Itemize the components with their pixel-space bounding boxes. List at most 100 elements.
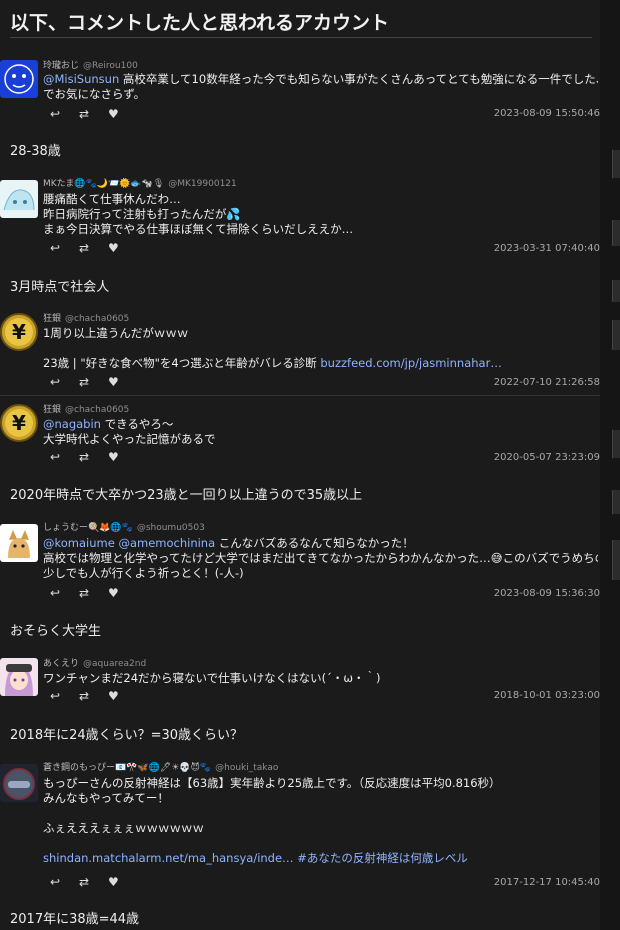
display-name[interactable]: 狂銀 <box>43 405 61 415</box>
heart-icon[interactable]: ♥ <box>108 586 137 600</box>
user-handle[interactable]: @chacha0605 <box>65 314 129 324</box>
display-name[interactable]: 玲瓏おじ <box>43 61 79 71</box>
side-thumb[interactable] <box>612 540 620 580</box>
tweet-card[interactable]: ¥ 狂銀 @chacha0605 1周り以上違うんだがｗｗｗ 23歳 | "好きな… <box>0 311 600 393</box>
text-line <box>43 806 598 821</box>
retweet-icon[interactable]: ⇄ <box>79 107 108 121</box>
reply-icon[interactable]: ↩ <box>50 241 79 255</box>
tweet-actions: ↩ ⇄ ♥ <box>50 241 137 255</box>
text-line: 高校では物理と化学やってたけど大学ではまだ出てきてなかったからわかんなかった…😅… <box>43 551 598 565</box>
text-line: もっぴーさんの反射神経は【63歳】実年齢より25歳上です。（反応速度は平均0.8… <box>43 776 501 790</box>
text-line: ワンチャンまだ24だから寝ないで仕事いけなくはない(´・ω・｀) <box>43 671 381 685</box>
text-line: 1周り以上違うんだがｗｗｗ <box>43 326 189 340</box>
mention-link[interactable]: @komaiume @amemochinina <box>43 536 219 550</box>
text-line: まぁ今日決算でやる仕事ほぼ無くて掃除くらいだしええか… <box>43 222 354 236</box>
reply-icon[interactable]: ↩ <box>50 875 79 889</box>
side-thumb[interactable] <box>612 150 620 178</box>
user-handle[interactable]: @shoumu0503 <box>137 523 205 533</box>
avatar[interactable] <box>0 180 38 218</box>
reply-icon[interactable]: ↩ <box>50 107 79 121</box>
user-handle[interactable]: @MK19900121 <box>168 179 236 189</box>
tweet-meta: 狂銀 @chacha0605 <box>43 311 129 324</box>
annotation-note: おそらく大学生 <box>10 624 102 639</box>
tweet-card[interactable]: 蒼き鋼のもっぴー📧🎌🦋🌐🖊☀💀😈🐾 @houki_takao もっぴーさんの反射神… <box>0 760 600 892</box>
tweet-date[interactable]: 2022-07-10 21:26:58 <box>494 377 600 388</box>
user-handle[interactable]: @aquarea2nd <box>83 659 146 669</box>
tweet-date[interactable]: 2023-08-09 15:36:30 <box>494 588 600 599</box>
tweet-meta: 玲瓏おじ @Reirou100 <box>43 58 138 71</box>
avatar[interactable] <box>0 658 38 696</box>
retweet-icon[interactable]: ⇄ <box>79 241 108 255</box>
user-handle[interactable]: @Reirou100 <box>83 61 138 71</box>
retweet-icon[interactable]: ⇄ <box>79 875 108 889</box>
tweet-text: @komaiume @amemochinina こんなバズあるなんて知らなかった… <box>43 536 598 581</box>
display-name[interactable]: 蒼き鋼のもっぴー📧🎌🦋🌐🖊☀💀😈🐾 <box>43 763 211 773</box>
retweet-icon[interactable]: ⇄ <box>79 586 108 600</box>
text-line: できるやろ～ <box>100 417 174 431</box>
text-line: 大学時代よくやった記憶があるで <box>43 432 216 446</box>
tweet-text: もっぴーさんの反射神経は【63歳】実年齢より25歳上です。（反応速度は平均0.8… <box>43 776 598 866</box>
retweet-icon[interactable]: ⇄ <box>79 450 108 464</box>
tweet-actions: ↩ ⇄ ♥ <box>50 875 137 889</box>
side-thumb[interactable] <box>612 430 620 458</box>
tweet-actions: ↩ ⇄ ♥ <box>50 107 137 121</box>
avatar[interactable] <box>0 524 38 562</box>
side-thumb[interactable] <box>612 280 620 302</box>
svg-text:¥: ¥ <box>12 320 26 344</box>
reply-icon[interactable]: ↩ <box>50 375 79 389</box>
text-line <box>43 341 598 356</box>
tweet-actions: ↩ ⇄ ♥ <box>50 450 137 464</box>
tweet-date[interactable]: 2017-12-17 10:45:40 <box>494 877 600 888</box>
avatar[interactable] <box>0 764 38 802</box>
tweet-date[interactable]: 2018-10-01 03:23:00 <box>494 690 600 701</box>
tweet-card[interactable]: MKたま🌐🐾🌙📨🌞🐟🐄🎙 @MK19900121 腰痛酷くて仕事休んだわ… 昨日病… <box>0 176 600 260</box>
annotation-note: 28-38歳 <box>10 144 61 159</box>
retweet-icon[interactable]: ⇄ <box>79 689 108 703</box>
user-handle[interactable]: @chacha0605 <box>65 405 129 415</box>
tweet-meta: あくえり @aquarea2nd <box>43 656 146 669</box>
heart-icon[interactable]: ♥ <box>108 107 137 121</box>
heart-icon[interactable]: ♥ <box>108 689 137 703</box>
side-strip <box>600 0 620 930</box>
reply-icon[interactable]: ↩ <box>50 450 79 464</box>
tweet-date[interactable]: 2023-08-09 15:50:46 <box>494 108 600 119</box>
tweet-date[interactable]: 2020-05-07 23:23:09 <box>494 452 600 463</box>
tweet-text: 腰痛酷くて仕事休んだわ… 昨日病院行って注射も打ったんだが💦 まぁ今日決算でやる… <box>43 192 598 237</box>
avatar[interactable] <box>0 60 38 98</box>
avatar[interactable]: ¥ <box>0 404 38 442</box>
tweet-card[interactable]: あくえり @aquarea2nd ワンチャンまだ24だから寝ないで仕事いけなくはな… <box>0 656 600 706</box>
external-link[interactable]: shindan.matchalarm.net/ma_hansya/inde… #… <box>43 851 468 865</box>
retweet-icon[interactable]: ⇄ <box>79 375 108 389</box>
annotation-note: 3月時点で社会人 <box>10 280 110 295</box>
side-thumb[interactable] <box>612 220 620 246</box>
external-link[interactable]: buzzfeed.com/jp/jasminnahar… <box>320 356 501 370</box>
tweet-meta: しょうむー🍭🦊🌐🐾 @shoumu0503 <box>43 520 205 533</box>
heart-icon[interactable]: ♥ <box>108 241 137 255</box>
tweet-actions: ↩ ⇄ ♥ <box>50 586 137 600</box>
user-handle[interactable]: @houki_takao <box>215 763 278 773</box>
reply-icon[interactable]: ↩ <box>50 689 79 703</box>
annotation-note: 2017年に38歳=44歳 <box>10 912 140 927</box>
tweet-card[interactable]: ¥ 狂銀 @chacha0605 @nagabin できるやろ～ 大学時代よくやっ… <box>0 402 600 468</box>
mention-link[interactable]: @nagabin <box>43 417 101 431</box>
tweet-card[interactable]: しょうむー🍭🦊🌐🐾 @shoumu0503 @komaiume @amemochi… <box>0 520 600 604</box>
reply-icon[interactable]: ↩ <box>50 586 79 600</box>
tweet-text: @nagabin できるやろ～ 大学時代よくやった記憶があるで <box>43 417 598 447</box>
display-name[interactable]: しょうむー🍭🦊🌐🐾 <box>43 523 133 533</box>
tweet-text: ワンチャンまだ24だから寝ないで仕事いけなくはない(´・ω・｀) <box>43 671 598 686</box>
tweet-date[interactable]: 2023-03-31 07:40:40 <box>494 243 600 254</box>
display-name[interactable]: 狂銀 <box>43 314 61 324</box>
text-line: 高校卒業して10数年経った今でも知らない事がたくさんあってとても勉強になる一件で… <box>119 72 598 86</box>
heart-icon[interactable]: ♥ <box>108 875 137 889</box>
display-name[interactable]: あくえり <box>43 659 79 669</box>
heart-icon[interactable]: ♥ <box>108 450 137 464</box>
avatar[interactable]: ¥ <box>0 313 38 351</box>
heart-icon[interactable]: ♥ <box>108 375 137 389</box>
display-name[interactable]: MKたま🌐🐾🌙📨🌞🐟🐄🎙 <box>43 179 164 189</box>
tweet-card[interactable]: 玲瓏おじ @Reirou100 @MisiSunsun 高校卒業して10数年経った… <box>0 58 600 128</box>
tweet-meta: MKたま🌐🐾🌙📨🌞🐟🐄🎙 @MK19900121 <box>43 176 237 189</box>
text-line: 少しでも人が行くよう祈っとく！(-人-) <box>43 566 244 580</box>
side-thumb[interactable] <box>612 320 620 350</box>
side-thumb[interactable] <box>612 490 620 514</box>
mention-link[interactable]: @MisiSunsun <box>43 72 119 86</box>
